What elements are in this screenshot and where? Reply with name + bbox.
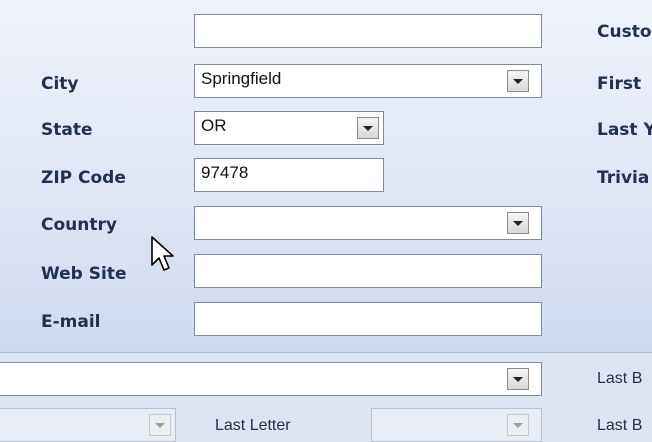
right-label-first: First [597,74,642,94]
last-letter-dropdown-button[interactable] [507,414,529,436]
section-divider [0,352,652,353]
zip-label: ZIP Code [41,168,126,188]
city-label: City [41,74,79,94]
city-select[interactable]: Springfield [194,64,542,98]
state-dropdown-button[interactable] [357,117,379,139]
state-value: OR [201,116,227,135]
country-select[interactable] [194,206,542,240]
zip-value: 97478 [201,163,249,182]
country-dropdown-button[interactable] [507,212,529,234]
state-select[interactable]: OR [194,111,384,145]
right-label-customer: Custo [597,22,652,42]
wide-dropdown[interactable] [0,362,542,396]
web-site-input[interactable] [194,254,542,288]
right-label-trivia: Trivia [597,168,650,188]
city-value: Springfield [201,69,282,88]
right-label-last: Last Y [597,120,652,140]
web-site-label: Web Site [41,264,127,284]
zip-input[interactable]: 97478 [194,158,384,192]
state-label: State [41,120,93,140]
email-label: E-mail [41,312,101,332]
wide-dropdown-button[interactable] [507,368,529,390]
mouse-pointer-icon [150,235,176,279]
right-label-last-b2: Last B [597,417,643,434]
email-input[interactable] [194,302,542,336]
right-label-last-b1: Last B [597,370,643,387]
city-dropdown-button[interactable] [507,70,529,92]
country-label: Country [41,215,117,235]
last-letter-label: Last Letter [215,417,291,434]
left-disabled-dropdown-button[interactable] [149,414,171,436]
top-field[interactable] [194,14,542,48]
